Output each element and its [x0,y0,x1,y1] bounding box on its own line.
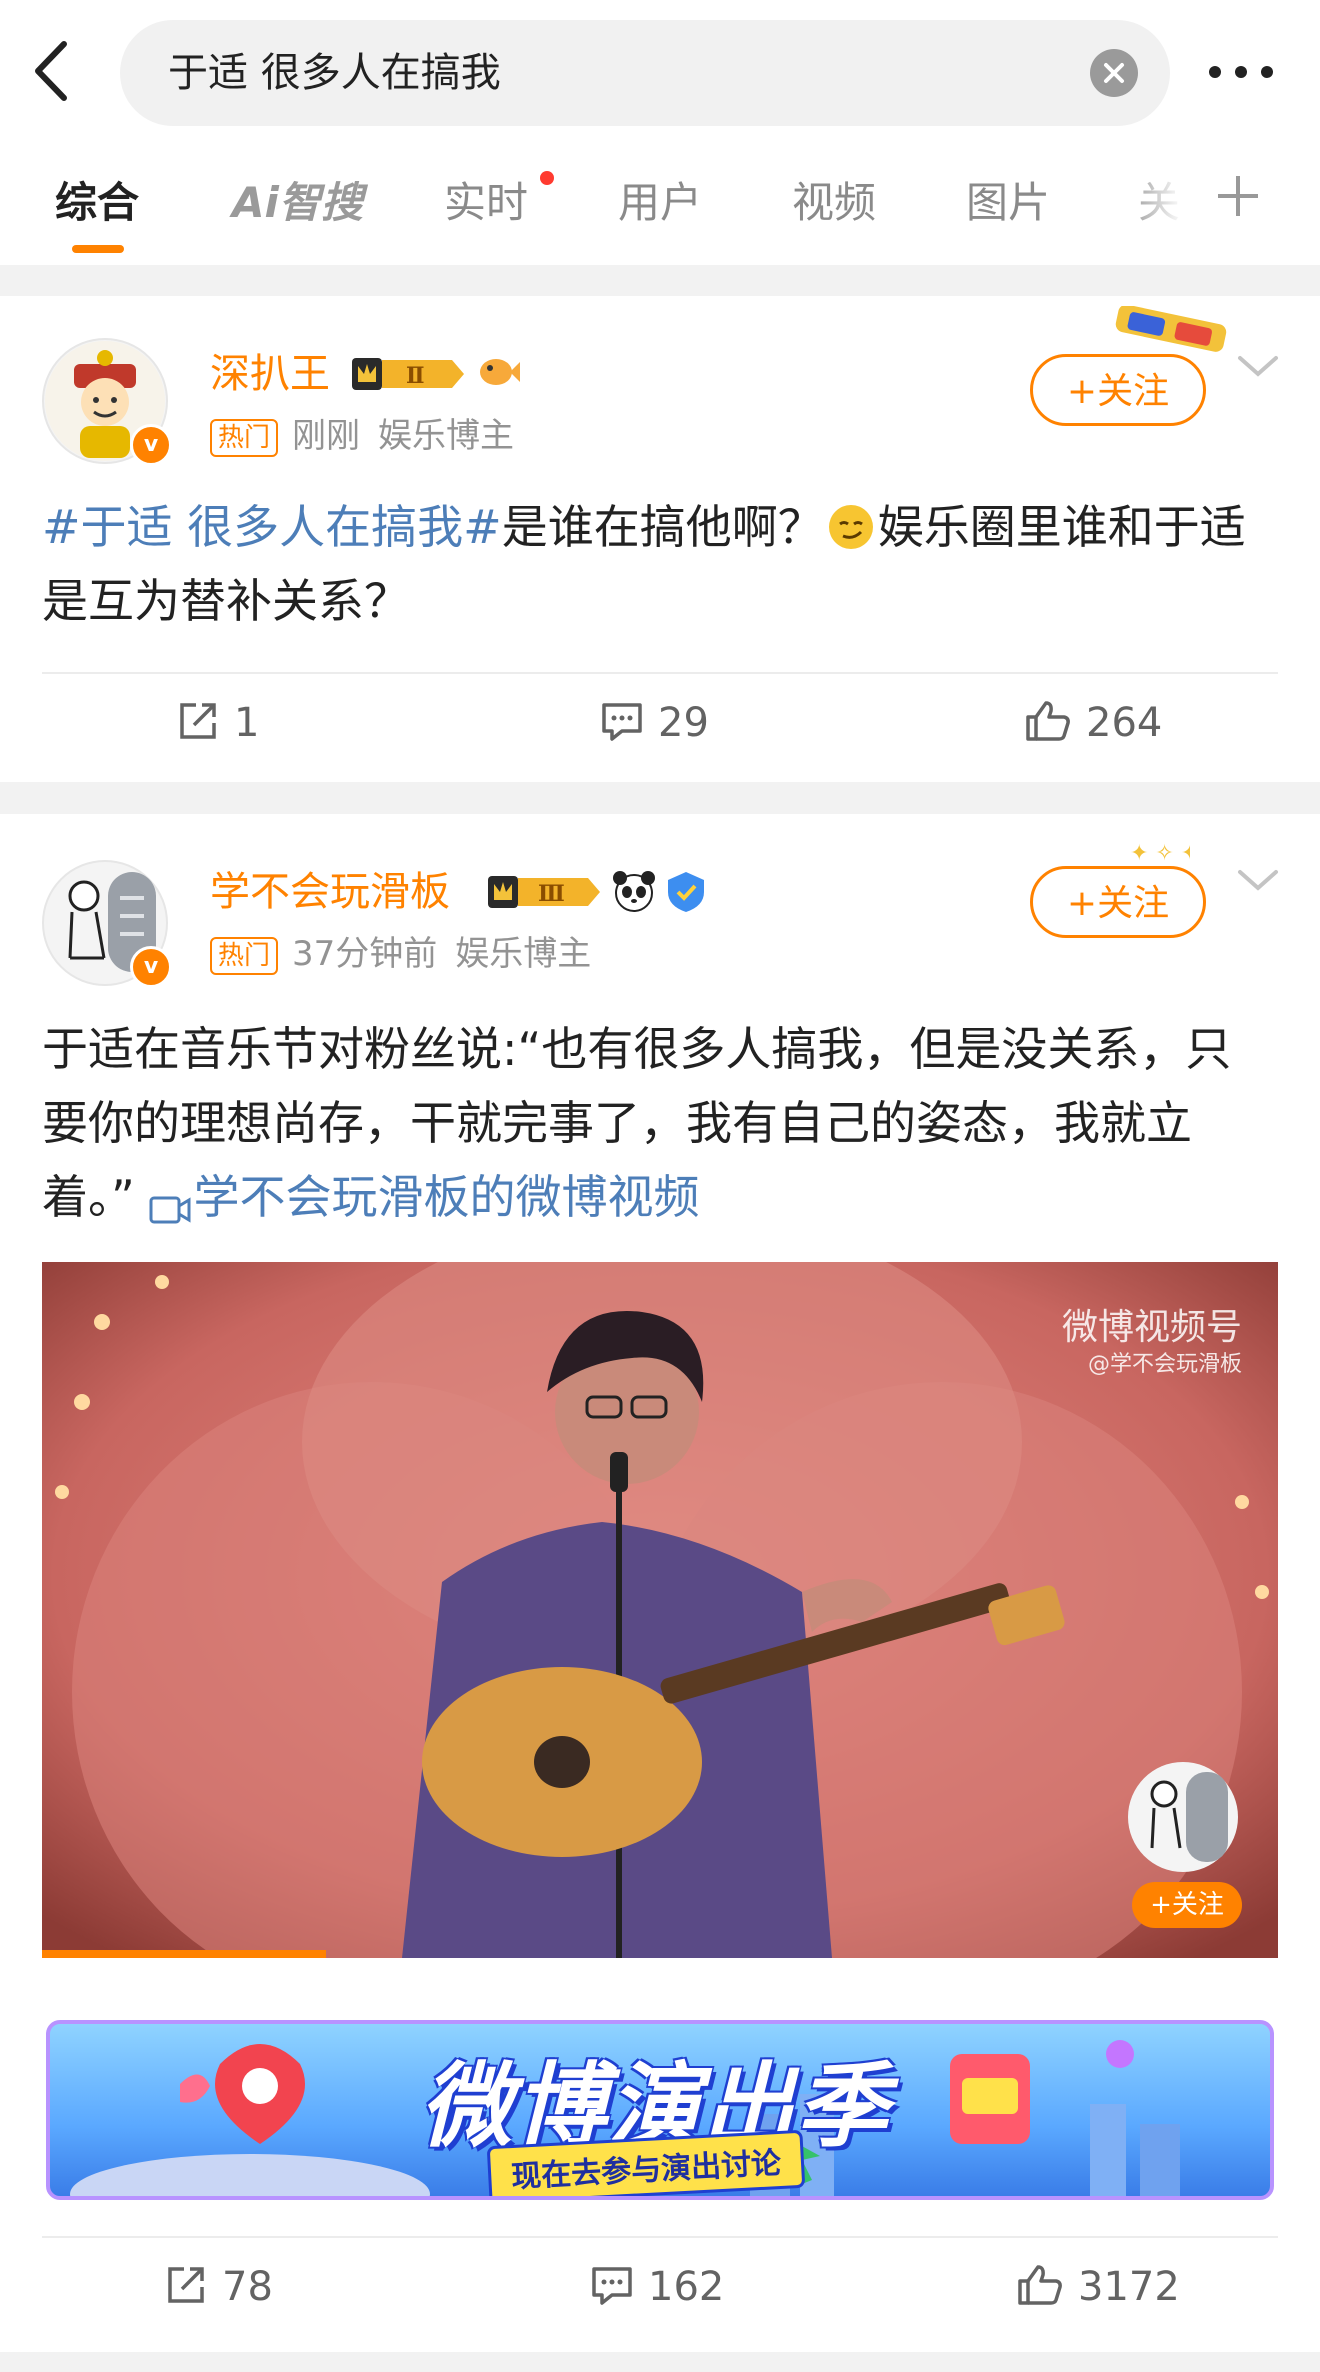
username[interactable]: 深扒王 [210,348,330,400]
new-content-dot [540,171,554,185]
more-options-icon[interactable] [1205,50,1277,94]
comment-icon [602,703,642,741]
repost-button[interactable]: 78 [164,2262,273,2312]
share-icon [168,2267,204,2303]
comment-button[interactable]: 29 [600,698,709,748]
user-identity: 娱乐博主 [455,934,592,974]
chevron-down-icon[interactable] [1236,352,1280,382]
video-player[interactable]: 微博视频号 @学不会玩滑板 +关注 [42,1262,1278,1958]
follow-button[interactable]: +关注 [1030,866,1206,938]
avatar[interactable]: v [42,338,172,466]
svg-text:✦ ✧ ✦: ✦ ✧ ✦ [1130,841,1190,866]
comment-icon [592,2267,632,2305]
comment-button[interactable]: 162 [590,2262,724,2312]
user-identity: 娱乐博主 [378,416,515,456]
tab-fade-overlay [1120,145,1210,265]
like-count: 3172 [1078,2264,1180,2310]
verified-badge-icon: v [130,946,172,988]
divider [42,672,1278,674]
divider [42,2236,1278,2238]
thumbs-up-icon [1026,701,1070,741]
post-meta: 热门 刚刚 娱乐博主 [210,414,514,458]
uploader-avatar[interactable] [1128,1762,1238,1872]
add-tab-icon[interactable] [1212,170,1264,222]
membership-crown-icon: Ⅱ [352,354,464,394]
avatar[interactable]: v [42,860,172,988]
video-link[interactable]: 学不会玩滑板的微博视频 [193,1170,699,1224]
repost-button[interactable]: 1 [176,698,259,748]
tab-videos[interactable]: 视频 [792,175,876,231]
post-text: 于适在音乐节对粉丝说:“也有很多人搞我，但是没关系，只要你的理想尚存，干就完事了… [42,1012,1242,1234]
panda-emoji-icon [612,870,656,914]
post-text-body: 是谁在搞他啊？ [501,500,824,554]
watermark-subtitle: @学不会玩滑板 [1087,1352,1242,1377]
verified-badge-icon: v [130,424,172,466]
tab-ai-search[interactable]: Ai智搜 [232,175,363,231]
shield-badge-icon [664,870,708,914]
concert-season-banner[interactable]: 微博演出季 现在去参与演出讨论 [46,2020,1274,2200]
post-meta: 热门 37分钟前 娱乐博主 [210,932,591,976]
repost-count: 78 [222,2264,273,2310]
comment-count: 29 [658,700,709,746]
tab-images[interactable]: 图片 [966,175,1050,231]
like-button[interactable]: 3172 [1016,2262,1180,2312]
chevron-down-icon[interactable] [1236,866,1280,896]
search-input[interactable]: 于适 很多人在搞我 [120,20,1170,126]
post-card: v 深扒王 Ⅱ 热门 刚刚 娱乐博主 +关注 #于适 很多人在搞我#是谁在搞他啊？娱… [0,296,1320,782]
tab-users[interactable]: 用户 [618,175,702,231]
hot-tag: 热门 [210,936,279,975]
clear-search-icon[interactable] [1090,49,1138,97]
hashtag-link[interactable]: #于适 很多人在搞我# [42,500,502,554]
comment-count: 162 [648,2264,725,2310]
level-badge-text: Ⅲ [538,881,565,907]
share-icon [180,703,216,739]
video-progress-bar[interactable] [42,1950,326,1958]
post-time: 刚刚 [292,416,361,456]
repost-count: 1 [234,700,260,746]
tab-realtime[interactable]: 实时 [444,175,528,231]
back-arrow-icon[interactable] [28,36,78,106]
membership-crown-icon: Ⅲ [488,872,600,912]
video-link-icon [149,1177,193,1223]
post-time: 37分钟前 [292,934,438,974]
top-bar: 于适 很多人在搞我 [0,0,1320,145]
sparkle-decoration-icon: ✦ ✧ ✦ [1070,834,1199,870]
thumbs-up-icon [1018,2265,1062,2305]
like-count: 264 [1086,700,1163,746]
smirk-emoji-icon [824,498,878,552]
search-query-text[interactable]: 于适 很多人在搞我 [168,48,501,98]
like-button[interactable]: 264 [1024,698,1162,748]
fish-emoji-icon [476,350,520,394]
username[interactable]: 学不会玩滑板 [210,866,450,918]
hot-tag: 热门 [210,418,279,457]
post-text: #于适 很多人在搞我#是谁在搞他啊？ 娱乐圈里谁和于适是互为替补关系？ [42,490,1282,638]
tab-comprehensive[interactable]: 综合 [55,175,139,231]
active-tab-indicator [72,245,124,253]
video-follow-button[interactable]: +关注 [1132,1882,1242,1928]
watermark-title: 微博视频号 [1061,1307,1242,1348]
follow-button[interactable]: +关注 [1030,354,1206,426]
level-badge-text: Ⅱ [406,363,425,389]
